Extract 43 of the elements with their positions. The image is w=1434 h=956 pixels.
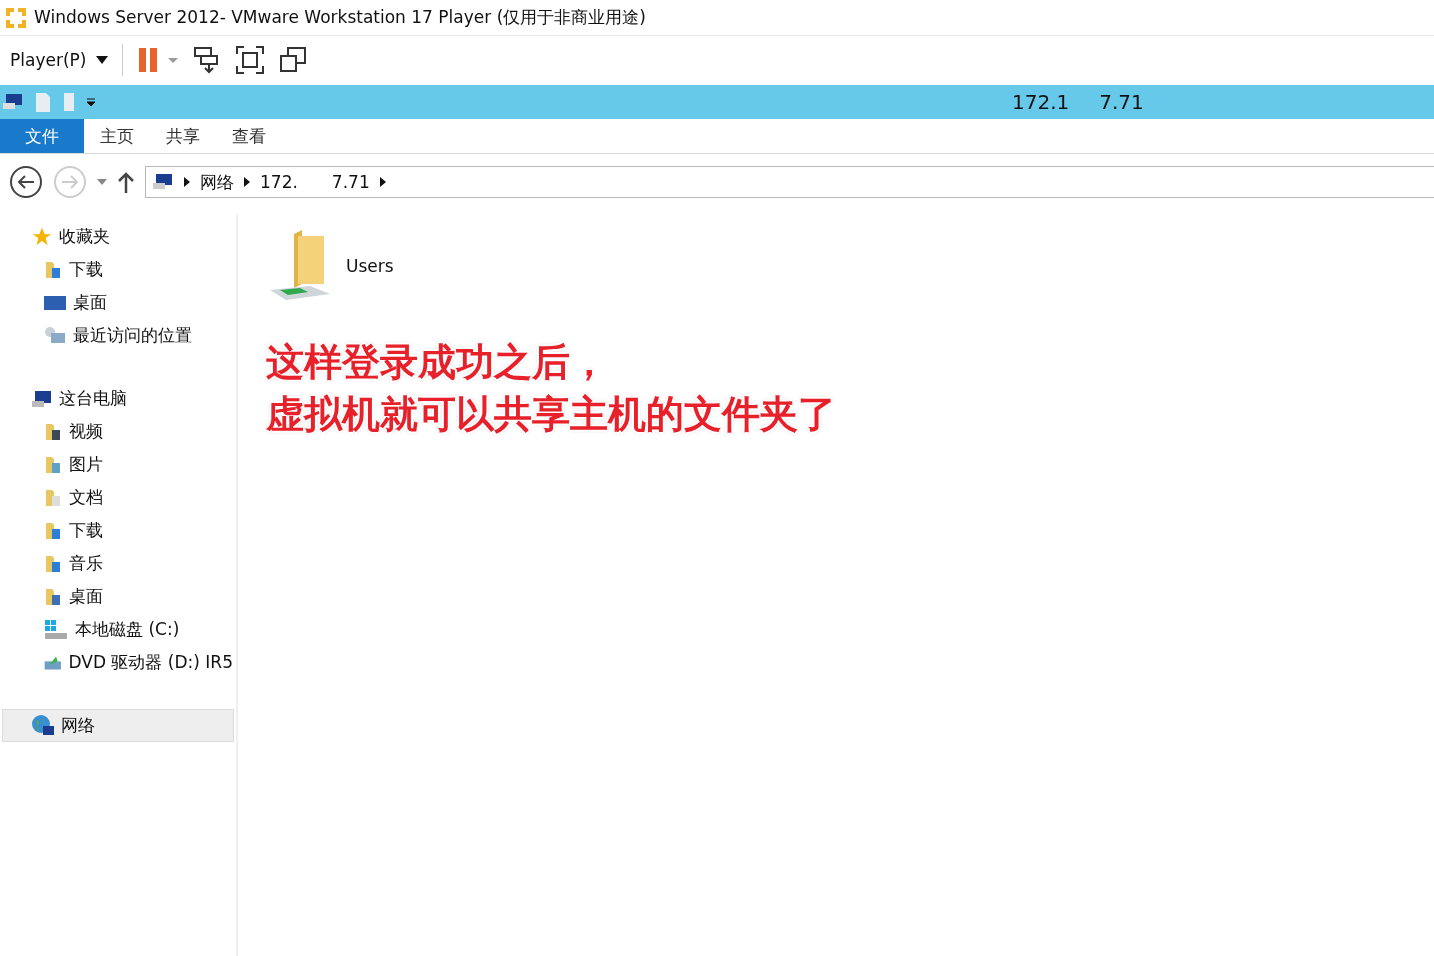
annotation-text: 虚拟机就可以共享主机的文件夹了 [266, 391, 837, 438]
folder-name: Users [346, 256, 394, 276]
computer-icon [2, 93, 24, 111]
pause-button[interactable] [137, 46, 180, 73]
globe-icon [31, 713, 55, 738]
nav-item[interactable]: 桌面 [2, 286, 234, 319]
ribbon-tab[interactable]: 查看 [216, 119, 282, 153]
nav-item[interactable]: DVD 驱动器 (D:) IR5 [2, 646, 234, 679]
caret-icon[interactable] [86, 97, 96, 107]
window-title: 7.71 [1099, 90, 1144, 114]
chevron-icon [184, 177, 190, 187]
window-title: 172.1 [1012, 90, 1070, 114]
nav-item[interactable]: 收藏夹 [2, 220, 234, 253]
unity-button[interactable] [279, 45, 308, 74]
chevron-icon [379, 177, 386, 187]
ribbon-tab[interactable]: 文件 [0, 119, 84, 153]
ribbon-tab[interactable]: 主页 [84, 119, 150, 153]
breadcrumb[interactable]: 网络 [200, 170, 234, 194]
window-title: Windows Server 2012- VMware Workstation 17 Player (仅用于非商业用途) [34, 6, 646, 29]
computer-icon [152, 173, 174, 191]
nav-item[interactable]: 图片 [2, 448, 234, 481]
nav-item[interactable]: 网络 [2, 709, 234, 742]
up-button[interactable] [117, 171, 135, 193]
fullscreen-button[interactable] [235, 44, 266, 75]
nav-item[interactable]: 音乐 [2, 547, 234, 580]
ribbon-tab[interactable]: 共享 [150, 119, 216, 153]
nav-item[interactable]: 桌面 [2, 580, 234, 613]
nav-item[interactable]: 下载 [2, 514, 234, 547]
computer-icon [31, 388, 53, 409]
nav-item[interactable]: 这台电脑 [2, 382, 234, 415]
address-bar[interactable]: 网络 172. 7.71 [145, 166, 1434, 198]
nav-item[interactable]: 下载 [2, 253, 234, 286]
nav-item[interactable]: 最近访问的位置 [2, 319, 234, 352]
nav-item[interactable]: 视频 [2, 415, 234, 448]
nav-item[interactable]: 文档 [2, 481, 234, 514]
breadcrumb[interactable]: 172. 7.71 [260, 172, 370, 192]
chevron-icon [244, 177, 250, 187]
annotation-text: 这样登录成功之后， [266, 339, 609, 386]
drive-icon [43, 618, 69, 641]
player-menu[interactable]: Player(P) [10, 49, 109, 70]
back-button[interactable] [9, 165, 43, 199]
caret-icon [96, 55, 109, 64]
nav-item[interactable]: 本地磁盘 (C:) [2, 613, 234, 646]
